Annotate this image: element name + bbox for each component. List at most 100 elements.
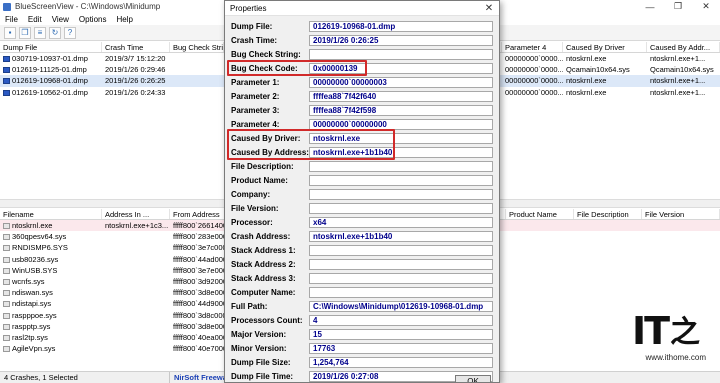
save-icon[interactable]: ▪ [4,26,16,39]
prop-dump-file-size: Dump File Size: 1,254,764 [225,356,499,369]
driver-file-icon [3,301,10,308]
from-address: fffff800`3d8c000 [173,310,227,320]
col-caused-by-address[interactable]: Caused By Addr... [647,42,720,52]
ithome-logo: IT 之 [631,309,700,353]
prop-label: Parameter 2: [231,92,280,101]
driver-filename: ndiswan.sys [12,288,53,298]
about-icon[interactable]: ? [64,26,76,39]
col-from-address[interactable]: From Address [170,209,230,219]
dump-file-name: 012619-10968-01.dmp [12,76,88,86]
driver-file-icon [3,346,10,353]
properties-icon[interactable]: ≡ [34,26,46,39]
menu-options[interactable]: Options [74,15,112,24]
driver-file-icon [3,234,10,241]
dump-file-icon [3,78,10,85]
close-icon[interactable]: ✕ [692,0,720,13]
driver-filename: AgileVpn.sys [12,344,56,354]
prop-parameter-2: Parameter 2: ffffea88`7f42f640 [225,90,499,103]
crash-time: 2019/1/26 0:29:46 [105,65,166,75]
prop-processor: Processor: x64 [225,216,499,229]
minimize-icon[interactable]: — [636,0,664,13]
driver-filename: ntoskrnl.exe [12,221,53,231]
prop-value[interactable]: 1,254,764 [309,357,493,368]
copy-icon[interactable]: ❐ [19,26,31,39]
from-address: fffff800`40ea000 [173,332,228,342]
maximize-icon[interactable]: ❐ [664,0,692,13]
prop-label: Crash Address: [231,232,291,241]
prop-value[interactable] [309,189,493,200]
prop-label: File Description: [231,162,294,171]
prop-value[interactable]: 4 [309,315,493,326]
prop-value[interactable] [309,273,493,284]
driver-file-icon [3,290,10,297]
dump-file-name: 012619-10562-01.dmp [12,87,88,97]
caused-by-address: ntoskrnl.exe+1... [650,54,706,64]
prop-value[interactable] [309,161,493,172]
prop-value[interactable]: 17763 [309,343,493,354]
col-file-description[interactable]: File Description [574,209,642,219]
menu-view[interactable]: View [47,15,74,24]
prop-value[interactable] [309,175,493,186]
col-bug-check-string[interactable]: Bug Check String [170,42,224,52]
prop-label: Parameter 1: [231,78,280,87]
driver-file-icon [3,256,10,263]
col-caused-by-driver[interactable]: Caused By Driver [563,42,647,52]
prop-value[interactable]: C:\Windows\Minidump\012619-10968-01.dmp [309,301,493,312]
prop-value[interactable]: ffffea88`7f42f640 [309,91,493,102]
dump-file-name: 012619-11125-01.dmp [12,65,87,75]
driver-file-icon [3,279,10,286]
prop-full-path: Full Path: C:\Windows\Minidump\012619-10… [225,300,499,313]
prop-file-description: File Description: [225,160,499,173]
col-filename[interactable]: Filename [0,209,102,219]
prop-label: Parameter 3: [231,106,280,115]
prop-value[interactable]: 2019/1/26 0:26:25 [309,35,493,46]
prop-value[interactable]: 00000000`00000003 [309,77,493,88]
crash-time: 2019/1/26 0:24:33 [105,87,166,97]
ok-button[interactable]: OK [455,375,491,382]
prop-value[interactable] [309,245,493,256]
prop-value[interactable]: ntoskrnl.exe+1b1b40 [309,231,493,242]
driver-file-icon [3,323,10,330]
menu-file[interactable]: File [0,15,23,24]
prop-value[interactable] [309,49,493,60]
status-count: 4 Crashes, 1 Selected [0,371,170,383]
menu-edit[interactable]: Edit [23,15,47,24]
prop-value[interactable] [309,259,493,270]
col-product-name[interactable]: Product Name [506,209,574,219]
driver-filename: wcnfs.sys [12,277,45,287]
prop-label: Computer Name: [231,288,296,297]
col-crash-time[interactable]: Crash Time [102,42,170,52]
prop-label: Dump File Time: [231,372,294,381]
prop-value[interactable]: 15 [309,329,493,340]
properties-dialog: Properties ✕ Dump File: 012619-10968-01.… [224,0,500,383]
menu-help[interactable]: Help [111,15,137,24]
driver-file-icon [3,245,10,252]
refresh-icon[interactable]: ↻ [49,26,61,39]
address-in: ntoskrnl.exe+1c3... [105,221,169,231]
col-file-version[interactable]: File Version [642,209,720,219]
dump-file-name: 030719-10937-01.dmp [12,54,88,64]
from-address: fffff800`3d8e000 [173,288,228,298]
prop-crash-address: Crash Address: ntoskrnl.exe+1b1b40 [225,230,499,243]
driver-file-icon [3,267,10,274]
prop-value[interactable]: 012619-10968-01.dmp [309,21,493,32]
prop-value[interactable] [309,287,493,298]
prop-company: Company: [225,188,499,201]
from-address: fffff800`2661400... [173,221,230,231]
driver-file-icon [3,223,10,230]
from-address: fffff800`40e7000 [173,344,228,354]
caused-by-address: ntoskrnl.exe+1... [650,76,706,86]
from-address: fffff800`3e7c000 [173,243,227,253]
prop-value[interactable] [309,203,493,214]
col-parameter-4[interactable]: Parameter 4 [502,42,563,52]
prop-value[interactable]: ffffea88`7f42f598 [309,105,493,116]
from-address: fffff800`283e000 [173,232,228,242]
col-address-in[interactable]: Address In ... [102,209,170,219]
prop-label: Major Version: [231,330,287,339]
from-address: fffff800`3d92000 [173,277,228,287]
dialog-close-icon[interactable]: ✕ [479,1,499,16]
prop-label: Dump File Size: [231,358,291,367]
driver-filename: rasl2tp.sys [12,332,48,342]
col-dump-file[interactable]: Dump File [0,42,102,52]
prop-value[interactable]: x64 [309,217,493,228]
